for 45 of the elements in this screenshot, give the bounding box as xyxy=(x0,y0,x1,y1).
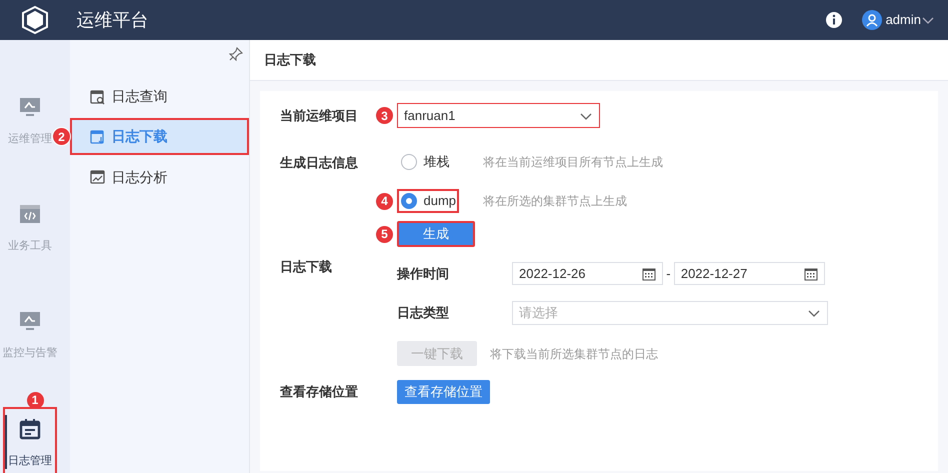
field-label: 操作时间 xyxy=(397,264,450,283)
callout-badge: 3 xyxy=(376,107,393,124)
option-description: 将在当前运维项目所有节点上生成 xyxy=(483,154,663,171)
calendar-search-icon xyxy=(90,88,105,104)
callout-badge: 5 xyxy=(376,226,393,242)
chevron-down-icon xyxy=(579,110,593,120)
option-description: 将在所选的集群节点上生成 xyxy=(483,193,627,210)
radio-button[interactable] xyxy=(401,193,417,209)
code-window-icon xyxy=(19,202,41,225)
pin-icon xyxy=(228,46,242,60)
calendar-download-icon xyxy=(90,128,105,145)
range-separator: - xyxy=(666,264,671,283)
generate-button[interactable]: 生成 xyxy=(397,221,475,247)
info-icon xyxy=(824,11,843,29)
user-avatar-icon xyxy=(862,10,882,30)
field-label: 日志类型 xyxy=(397,304,450,322)
calendar-chart-icon xyxy=(90,169,105,185)
form-label: 日志下载 xyxy=(280,258,333,276)
submenu-item[interactable]: 日志查询 xyxy=(70,78,249,115)
callout-badge: 2 xyxy=(53,128,70,146)
chevron-down-icon xyxy=(807,308,821,318)
caret-icon xyxy=(921,15,935,25)
radio-button[interactable] xyxy=(401,154,417,170)
page-title: 日志下载 xyxy=(250,40,948,81)
calendar-icon xyxy=(642,266,656,280)
date-field[interactable]: 2022-12-27 xyxy=(674,262,825,285)
app-title: 运维平台 xyxy=(76,8,148,32)
calendar-icon xyxy=(804,266,818,280)
form-label: 当前运维项目 xyxy=(280,106,359,125)
monitor-icon xyxy=(19,96,41,118)
radio-option[interactable]: dump xyxy=(397,189,459,213)
callout-badge: 4 xyxy=(376,192,393,210)
download-description: 将下载当前所选集群节点的日志 xyxy=(490,346,658,362)
radio-option[interactable]: 堆栈 xyxy=(397,150,459,174)
project-select[interactable]: fanruan1 xyxy=(397,103,600,128)
form-label: 查看存储位置 xyxy=(280,383,359,402)
date-field[interactable]: 2022-12-26 xyxy=(512,262,663,285)
form-label: 生成日志信息 xyxy=(280,154,359,172)
calendar-icon xyxy=(19,418,41,440)
monitor-icon xyxy=(19,310,41,332)
rail-nav-item[interactable]: 日志管理 xyxy=(7,410,53,473)
user-menu[interactable]: admin xyxy=(862,10,935,30)
callout-badge: 1 xyxy=(26,392,44,409)
submenu-item[interactable]: 日志分析 xyxy=(70,158,249,196)
view-storage-button[interactable]: 查看存储位置 xyxy=(397,380,490,404)
